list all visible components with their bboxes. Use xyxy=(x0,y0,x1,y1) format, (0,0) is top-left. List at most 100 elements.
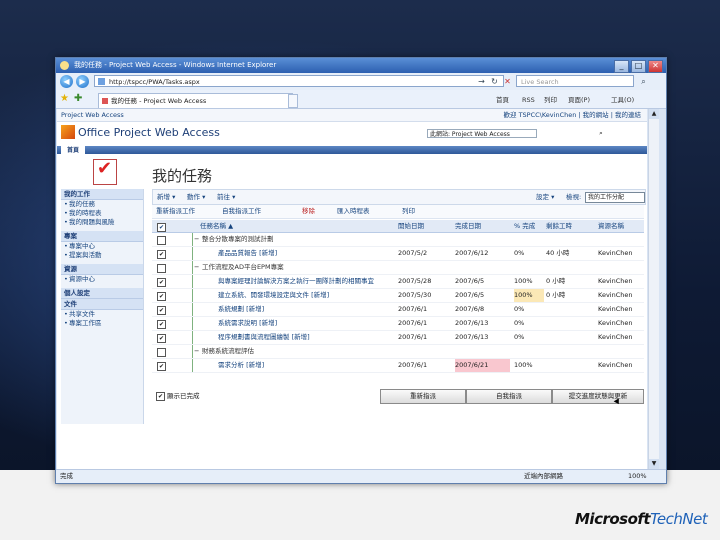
nav-item-proposals[interactable]: 提案與活動 xyxy=(61,251,143,260)
select-all-checkbox[interactable]: ✔ xyxy=(157,223,166,232)
tab-active[interactable]: 我的任務 - Project Web Access xyxy=(98,93,293,108)
task-name[interactable]: 需求分析 [新增] xyxy=(218,359,394,372)
maximize-button[interactable]: □ xyxy=(631,60,646,73)
go-icon[interactable]: → xyxy=(476,76,487,87)
nav-header-documents[interactable]: 文件 xyxy=(61,299,143,310)
row-checkbox[interactable]: ✔ xyxy=(157,362,166,371)
import-timesheet-button[interactable]: 匯入時程表 xyxy=(337,205,370,218)
search-input[interactable]: Live Search xyxy=(516,75,634,87)
nav-item-my-timesheets[interactable]: 我的時程表 xyxy=(61,209,143,218)
view-select[interactable]: 我的工作分配 xyxy=(585,192,645,203)
nav-header-personal-settings[interactable]: 個人設定 xyxy=(61,288,143,299)
forward-icon[interactable]: ▶ xyxy=(76,75,89,88)
row-checkbox[interactable] xyxy=(157,264,166,273)
table-row[interactable]: ✔ 產品品質報告 [新增] 2007/5/2 2007/6/12 0% 40 小時 Kevi… xyxy=(152,247,644,261)
row-checkbox[interactable]: ✔ xyxy=(157,250,166,259)
site-search-icon[interactable]: ⌕ xyxy=(599,129,603,137)
row-checkbox[interactable]: ✔ xyxy=(157,334,166,343)
task-name[interactable]: 與專案經理討論解決方案之執行一團隊計劃的相關事宜 xyxy=(218,275,394,288)
cell-remaining-work: 0 小時 xyxy=(546,277,566,285)
col-pct-complete[interactable]: % 完成 xyxy=(514,220,544,232)
close-button[interactable]: ✕ xyxy=(648,60,663,73)
cmd-page[interactable]: 頁面(P) xyxy=(568,94,590,106)
nav-item-workspaces[interactable]: 專案工作區 xyxy=(61,319,143,328)
table-row[interactable]: ✔ 系統需求說明 [新增] 2007/6/1 2007/6/13 0% KevinChen xyxy=(152,317,644,331)
task-name[interactable]: 系統需求說明 [新增] xyxy=(218,317,394,330)
col-finish[interactable]: 完成日期 xyxy=(455,220,510,232)
group-name[interactable]: 財務系統流程評估 xyxy=(202,345,392,358)
group-name[interactable]: 工作流程及AD平台EPM專案 xyxy=(202,261,392,274)
task-name[interactable]: 程序規劃書與流程圖繪製 [新增] xyxy=(218,331,394,344)
table-row[interactable]: ✔ 系統規劃 [新增] 2007/6/1 2007/6/8 0% KevinChen xyxy=(152,303,644,317)
collapse-icon[interactable]: − xyxy=(194,345,199,358)
scroll-down-icon[interactable]: ▼ xyxy=(649,459,659,469)
refresh-icon[interactable]: ↻ xyxy=(489,76,500,87)
self-assign-button[interactable]: 自我指派工作 xyxy=(222,205,261,218)
group-name[interactable]: 整合分散專案的測試計劃 xyxy=(202,233,392,246)
nav-item-resource-center[interactable]: 資源中心 xyxy=(61,275,143,284)
zoom-level[interactable]: 100% xyxy=(628,470,647,483)
col-task-name[interactable]: 任務名稱 ▲ xyxy=(200,220,340,232)
url-input[interactable]: http://tspcc/PWA/Tasks.aspx xyxy=(94,75,504,87)
add-favorite-icon[interactable]: ✚ xyxy=(74,93,82,104)
page-title: 我的任務 xyxy=(152,167,213,185)
group-row[interactable]: 財務系統流程評估 − xyxy=(152,345,644,359)
table-row[interactable]: ✔ 建立系統、開發環境設定與文件 [新增] 2007/5/30 2007/6/5 100… xyxy=(152,289,644,303)
pwa-site-name[interactable]: Project Web Access xyxy=(61,109,124,121)
favorites-star-icon[interactable]: ★ xyxy=(60,93,69,104)
reassign-work-button[interactable]: 重新指派工作 xyxy=(156,205,195,218)
row-checkbox[interactable]: ✔ xyxy=(157,320,166,329)
task-name[interactable]: 產品品質報告 [新增] xyxy=(218,247,394,260)
submit-update-button[interactable]: 提交進度狀態與更新 xyxy=(552,389,644,404)
nav-header-my-work[interactable]: 我的工作 xyxy=(61,189,143,200)
scroll-up-icon[interactable]: ▲ xyxy=(649,109,659,119)
print-button[interactable]: 列印 xyxy=(402,205,415,218)
collapse-icon[interactable]: − xyxy=(194,233,199,246)
cmd-home[interactable]: 首頁 xyxy=(496,94,509,106)
cmd-rss[interactable]: RSS xyxy=(522,94,535,106)
actions-menu[interactable]: 動作 ▾ xyxy=(187,190,205,204)
site-search-input[interactable]: 此網站: Project Web Access xyxy=(427,128,537,138)
cmd-tools[interactable]: 工具(O) xyxy=(611,94,634,106)
settings-menu[interactable]: 設定 ▾ xyxy=(536,190,554,204)
nav-item-project-center[interactable]: 專案中心 xyxy=(61,242,143,251)
cell-finish: 2007/6/13 xyxy=(455,333,489,341)
new-menu[interactable]: 新增 ▾ xyxy=(157,190,175,204)
table-row[interactable]: ✔ 與專案經理討論解決方案之執行一團隊計劃的相關事宜 2007/5/28 2007/6… xyxy=(152,275,644,289)
pwa-user-links[interactable]: 歡迎 TSPCC\KevinChen | 我的網站 | 我的連結 xyxy=(504,109,641,121)
remove-button[interactable]: 移除 xyxy=(302,205,315,218)
task-name[interactable]: 建立系統、開發環境設定與文件 [新增] xyxy=(218,289,394,302)
reassign-button[interactable]: 重新指派 xyxy=(380,389,466,404)
nav-item-my-tasks[interactable]: 我的任務 xyxy=(61,200,143,209)
nav-item-issues-risks[interactable]: 我的問題與風險 xyxy=(61,218,143,227)
nav-item-shared-docs[interactable]: 共享文件 xyxy=(61,310,143,319)
stop-icon[interactable]: ✕ xyxy=(502,76,513,87)
cell-resource: KevinChen xyxy=(598,333,633,341)
col-start[interactable]: 開始日期 xyxy=(398,220,453,232)
self-assign-footer-button[interactable]: 自我指派 xyxy=(466,389,552,404)
vertical-scrollbar[interactable]: ▲ ▼ xyxy=(648,109,659,469)
group-row[interactable]: 整合分散專案的測試計劃 − xyxy=(152,233,644,247)
row-checkbox[interactable] xyxy=(157,348,166,357)
nav-header-projects[interactable]: 專案 xyxy=(61,231,143,242)
show-completed-checkbox[interactable]: ✔ xyxy=(156,392,165,401)
new-tab-button[interactable] xyxy=(288,94,298,108)
group-row[interactable]: 工作流程及AD平台EPM專案 − xyxy=(152,261,644,275)
table-row[interactable]: ✔ 程序規劃書與流程圖繪製 [新增] 2007/6/1 2007/6/13 0% Kevi… xyxy=(152,331,644,345)
row-checkbox[interactable]: ✔ xyxy=(157,292,166,301)
cmd-print[interactable]: 列印 xyxy=(544,94,557,106)
search-icon[interactable]: ⌕ xyxy=(638,76,649,87)
tab-home[interactable]: 首頁 xyxy=(61,146,85,155)
nav-header-resources[interactable]: 資源 xyxy=(61,264,143,275)
goto-menu[interactable]: 前往 ▾ xyxy=(217,190,235,204)
collapse-icon[interactable]: − xyxy=(194,261,199,274)
task-name[interactable]: 系統規劃 [新增] xyxy=(218,303,394,316)
row-checkbox[interactable]: ✔ xyxy=(157,278,166,287)
back-icon[interactable]: ◀ xyxy=(60,75,73,88)
row-checkbox[interactable]: ✔ xyxy=(157,306,166,315)
minimize-button[interactable]: _ xyxy=(614,60,629,73)
table-row[interactable]: ✔ 需求分析 [新增] 2007/6/1 2007/6/21 100% KevinChen xyxy=(152,359,644,373)
col-resource-name[interactable]: 資源名稱 xyxy=(598,220,644,232)
row-checkbox[interactable] xyxy=(157,236,166,245)
col-remaining-work[interactable]: 剩餘工時 xyxy=(546,220,596,232)
